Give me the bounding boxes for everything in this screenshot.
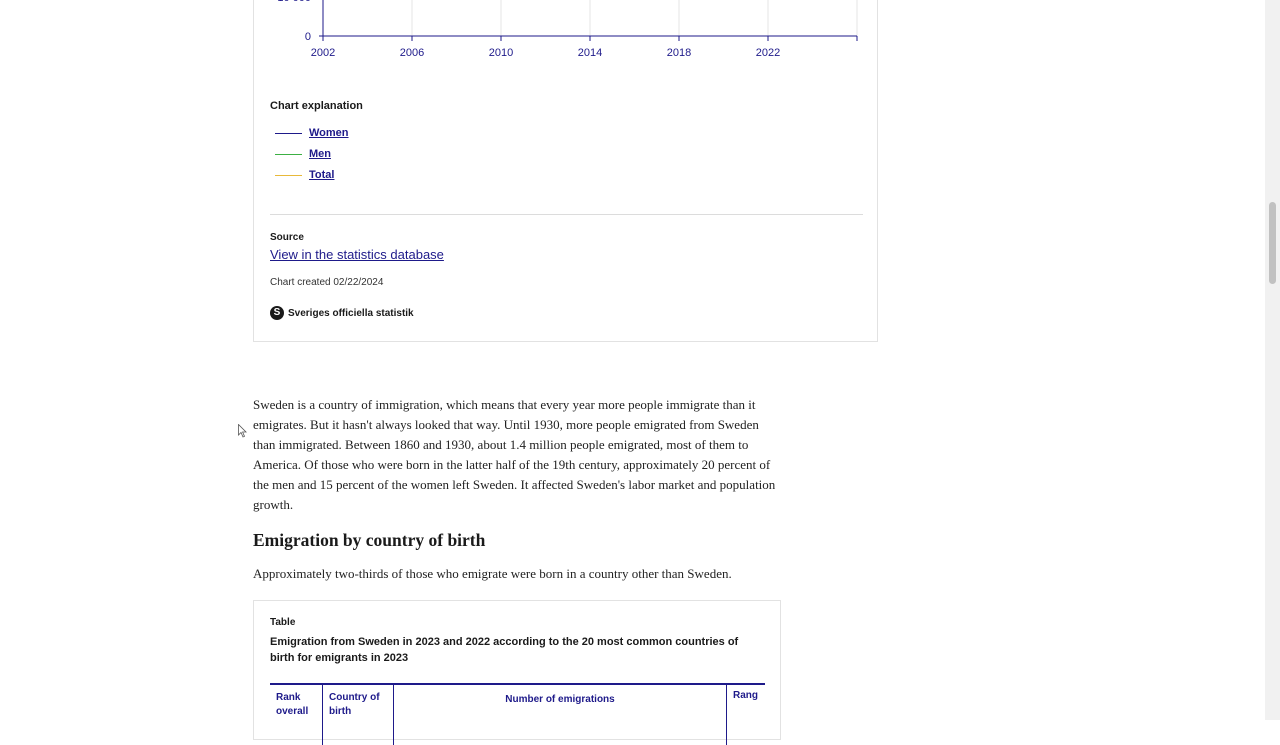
legend-link-women[interactable]: Women (309, 127, 349, 139)
x-tick-label: 2006 (400, 47, 424, 59)
legend-item-men[interactable]: Men (275, 146, 331, 162)
legend-link-men[interactable]: Men (309, 148, 331, 160)
column-header-rank[interactable]: Rank overall (270, 685, 323, 745)
table-card: Table Emigration from Sweden in 2023 and… (253, 600, 781, 745)
x-tick-label: 2018 (667, 47, 691, 59)
section-heading: Emigration by country of birth (253, 530, 486, 550)
sos-logo-text: Sveriges officiella statistik (288, 307, 414, 319)
intro-paragraph: Sweden is a country of immigration, whic… (253, 397, 776, 512)
line-chart: 2002 2006 2010 2014 2018 2022 0 10 000 (277, 0, 858, 59)
sos-logo-icon: S (270, 306, 284, 320)
column-header-label: Rank overall (276, 692, 309, 717)
mouse-cursor-icon (238, 424, 247, 438)
column-header-rang[interactable]: Rang (727, 685, 765, 745)
statistics-database-link[interactable]: View in the statistics database (270, 247, 444, 262)
legend-item-total[interactable]: Total (275, 167, 334, 183)
column-header-label: Rang (733, 690, 758, 701)
legend-line-icon (275, 153, 302, 155)
column-header-label: Country of birth (329, 692, 380, 717)
source-label: Source (270, 232, 304, 243)
column-header-emigrations[interactable]: Number of emigrations (394, 685, 727, 745)
legend-link-total[interactable]: Total (309, 169, 334, 181)
y-tick-label: 10 000 (277, 0, 311, 4)
table-header: Rank overall Country of birth Number of … (270, 683, 765, 745)
sos-logo: S Sveriges officiella statistik (270, 306, 414, 320)
column-header-label: Number of emigrations (505, 694, 615, 705)
table-label: Table (270, 617, 296, 628)
x-tick-label: 2002 (311, 47, 335, 59)
legend-line-icon (275, 132, 302, 134)
legend-line-icon (275, 174, 302, 176)
column-header-country[interactable]: Country of birth (323, 685, 394, 745)
x-tick-label: 2010 (489, 47, 513, 59)
chart-created-date: Chart created 02/22/2024 (270, 277, 384, 288)
section-paragraph: Approximately two-thirds of those who em… (253, 566, 732, 581)
legend-item-women[interactable]: Women (275, 125, 349, 141)
y-tick-label: 0 (305, 31, 311, 43)
legend-title: Chart explanation (270, 100, 363, 112)
scrollbar-thumb[interactable] (1269, 202, 1276, 284)
chart-card: 2002 2006 2010 2014 2018 2022 0 10 000 Chart ex… (253, 0, 878, 342)
x-tick-label: 2014 (578, 47, 602, 59)
divider (270, 214, 863, 215)
table-caption: Emigration from Sweden in 2023 and 2022 … (270, 636, 739, 664)
page-scrollbar[interactable] (1265, 0, 1280, 720)
x-tick-label: 2022 (756, 47, 780, 59)
